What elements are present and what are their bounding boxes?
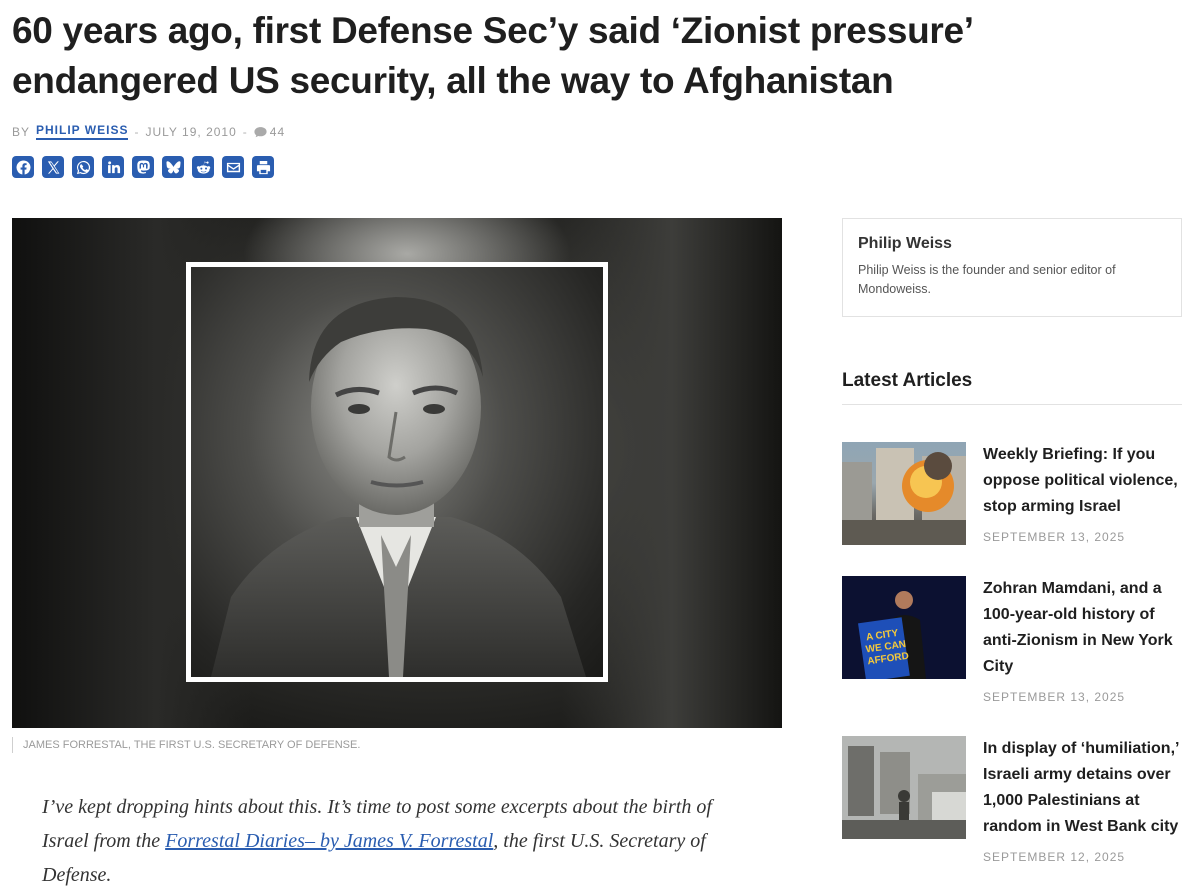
- print-button[interactable]: [252, 156, 274, 178]
- by-label: BY: [12, 124, 31, 139]
- article-title: 60 years ago, first Defense Sec’y said ‘…: [12, 10, 972, 101]
- article-title-link[interactable]: Weekly Briefing: If you oppose political…: [983, 442, 1183, 520]
- latest-articles-heading: Latest Articles: [842, 370, 1182, 405]
- x-icon: [47, 160, 59, 174]
- comments-link[interactable]: 44: [254, 125, 285, 139]
- portrait-illustration: [211, 297, 586, 677]
- article-title-link[interactable]: In display of ‘humiliation,’ Israeli arm…: [983, 736, 1183, 840]
- share-mastodon-button[interactable]: [132, 156, 154, 178]
- article-title-link[interactable]: Zohran Mamdani, and a 100-year-old histo…: [983, 576, 1183, 680]
- author-box: Philip Weiss Philip Weiss is the founder…: [842, 218, 1182, 317]
- whatsapp-icon: [76, 160, 90, 174]
- linkedin-icon: [107, 160, 120, 173]
- portrait-frame: [186, 262, 608, 682]
- email-icon: [226, 162, 240, 172]
- portrait-photo: [191, 267, 603, 677]
- article-thumbnail[interactable]: [842, 736, 966, 839]
- author-box-name[interactable]: Philip Weiss: [858, 235, 1166, 253]
- share-bar: [12, 156, 274, 178]
- share-bluesky-button[interactable]: [162, 156, 184, 178]
- author-box-bio: Philip Weiss is the founder and senior e…: [858, 263, 1116, 296]
- share-x-button[interactable]: [42, 156, 64, 178]
- separator: -: [134, 124, 140, 139]
- separator: -: [242, 124, 248, 139]
- article-thumbnail[interactable]: A CITY WE CAN AFFORD: [842, 576, 966, 679]
- forrestal-diaries-link[interactable]: Forrestal Diaries– by James V. Forrestal: [165, 830, 493, 852]
- comment-count: 44: [269, 124, 286, 139]
- print-icon: [256, 160, 270, 174]
- share-reddit-button[interactable]: [192, 156, 214, 178]
- mastodon-icon: [136, 159, 150, 174]
- byline: BY PHILIP WEISS - JULY 19, 2010 - 44: [12, 123, 285, 140]
- featured-image: [12, 218, 782, 728]
- image-caption: JAMES FORRESTAL, THE FIRST U.S. SECRETAR…: [12, 737, 360, 753]
- share-whatsapp-button[interactable]: [72, 156, 94, 178]
- article-date: SEPTEMBER 13, 2025: [983, 530, 1126, 544]
- article-body-paragraph: I’ve kept dropping hints about this. It’…: [42, 790, 742, 892]
- comment-icon: [254, 126, 267, 137]
- share-linkedin-button[interactable]: [102, 156, 124, 178]
- reddit-icon: [196, 160, 210, 174]
- share-facebook-button[interactable]: [12, 156, 34, 178]
- publish-date: JULY 19, 2010: [145, 124, 237, 139]
- article-thumbnail[interactable]: [842, 442, 966, 545]
- article-date: SEPTEMBER 13, 2025: [983, 690, 1126, 704]
- author-link[interactable]: PHILIP WEISS: [36, 123, 129, 140]
- share-email-button[interactable]: [222, 156, 244, 178]
- article-date: SEPTEMBER 12, 2025: [983, 850, 1126, 864]
- bluesky-icon: [165, 160, 181, 173]
- facebook-icon: [15, 159, 31, 174]
